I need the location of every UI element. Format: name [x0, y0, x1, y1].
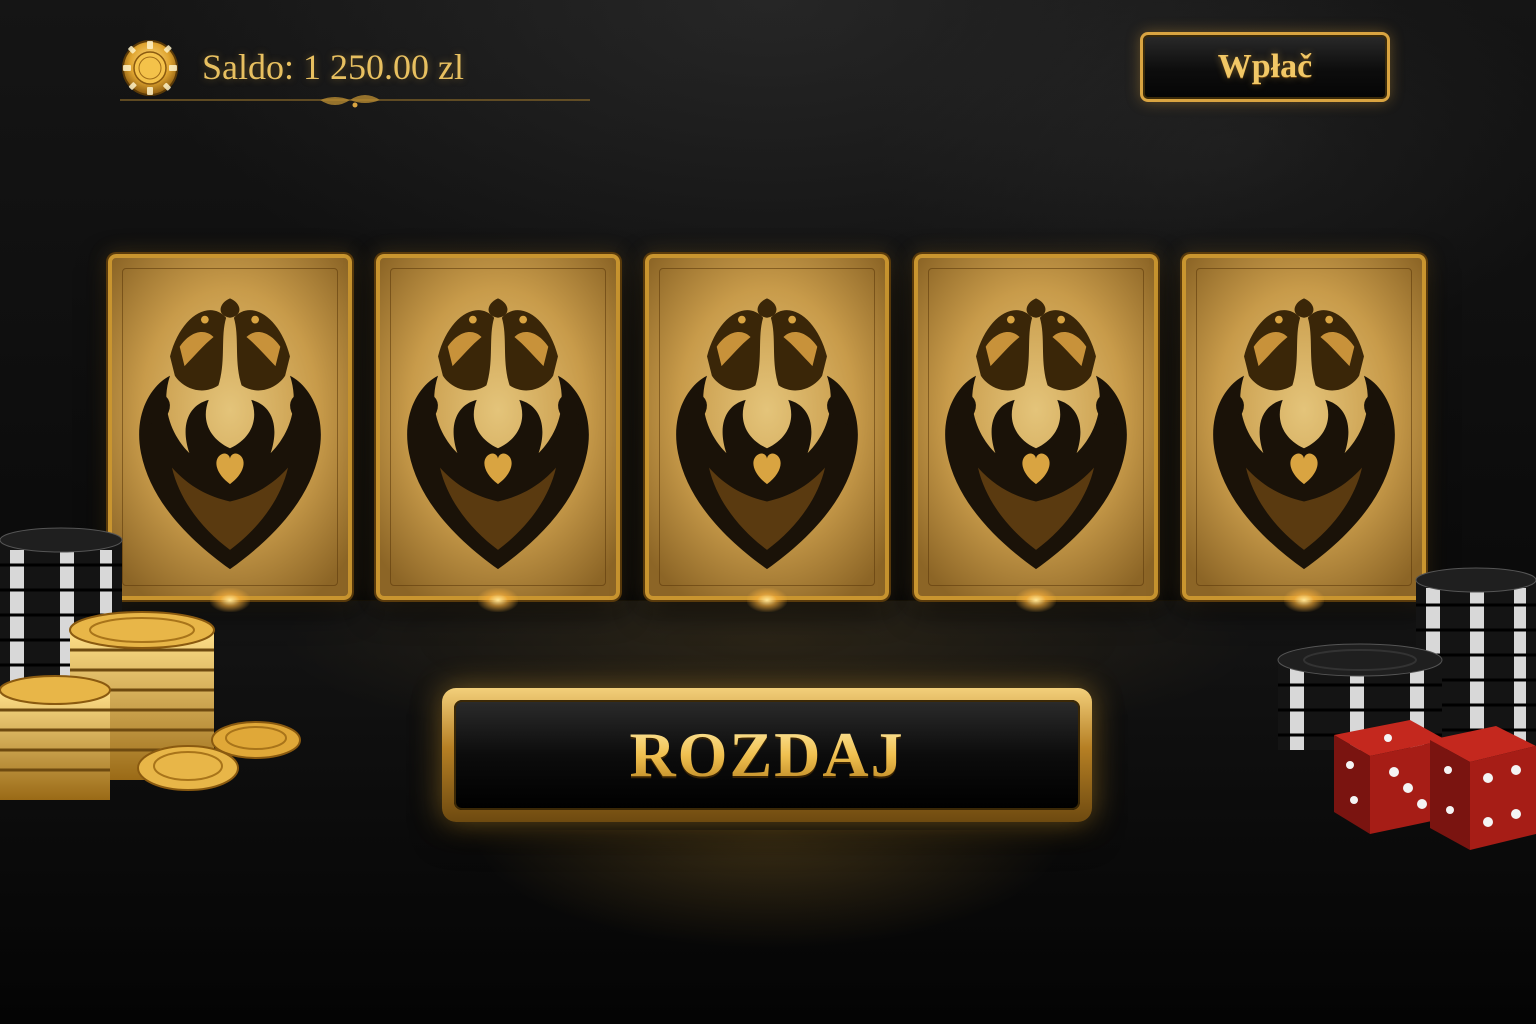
griffin-crest-icon [380, 258, 616, 596]
ornamental-divider [120, 95, 590, 108]
chip-stacks-right-icon [1277, 567, 1536, 850]
game-scene: Saldo: 1 250.00 zl Wpłač ROZDAJ [0, 0, 1536, 1024]
card-back-3[interactable] [645, 254, 889, 600]
gold-chip-icon [122, 40, 178, 96]
red-dice-icon [1334, 720, 1446, 834]
deal-button[interactable]: ROZDAJ [442, 688, 1092, 822]
deal-button-face: ROZDAJ [454, 700, 1080, 810]
griffin-crest-icon [1186, 258, 1422, 596]
chip-stacks-left-icon [0, 527, 301, 800]
griffin-crest-icon [918, 258, 1154, 596]
balance-text: Saldo: 1 250.00 zl [202, 47, 464, 87]
griffin-crest-icon [649, 258, 885, 596]
card-back-2[interactable] [376, 254, 620, 600]
deal-button-label: ROZDAJ [629, 719, 905, 790]
balance-display: Saldo: 1 250.00 zl [120, 36, 590, 108]
card-back-4[interactable] [914, 254, 1158, 600]
deposit-button-label: Wpłač [1217, 48, 1313, 85]
deposit-button[interactable]: Wpłač [1140, 32, 1390, 102]
card-back-5[interactable] [1182, 254, 1426, 600]
red-dice-icon [1430, 726, 1536, 850]
